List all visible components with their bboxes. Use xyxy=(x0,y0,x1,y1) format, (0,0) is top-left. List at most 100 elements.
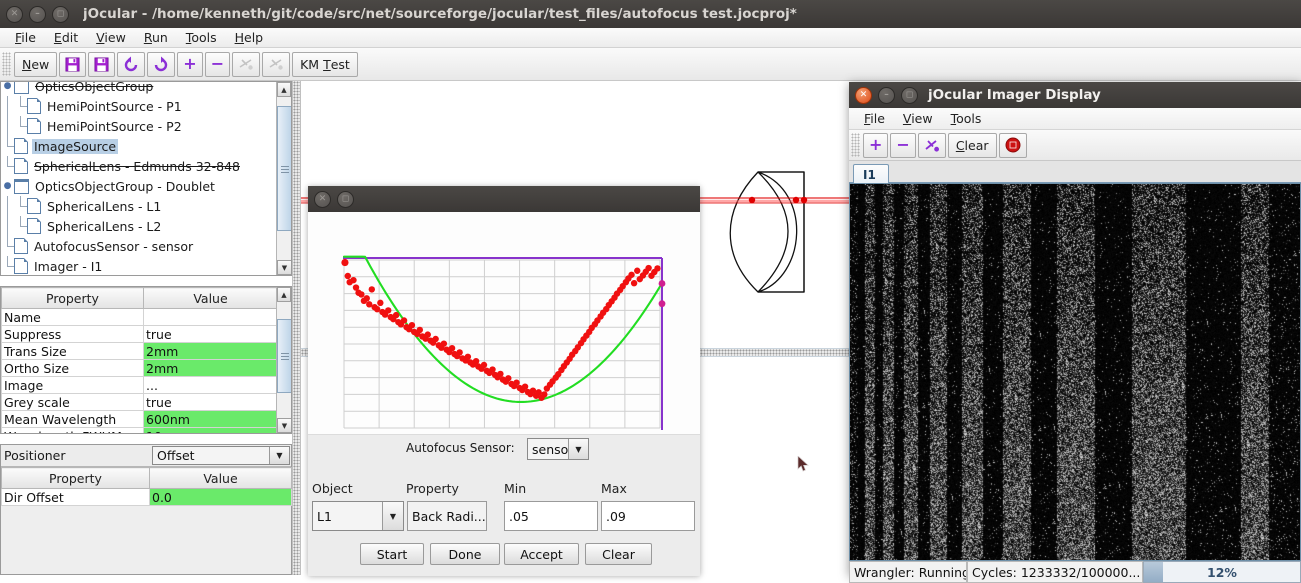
table-row[interactable]: Suppresstrue xyxy=(2,326,278,343)
menu-edit[interactable]: Edit xyxy=(45,29,87,46)
positioner-panel[interactable]: Positioner Offset ▼ Property Value Dir O… xyxy=(0,444,292,575)
tree-item-3[interactable]: ImageSource xyxy=(1,136,277,156)
table-row[interactable]: Image... xyxy=(2,377,278,394)
close-icon[interactable]: ✕ xyxy=(855,87,872,104)
chevron-down-icon[interactable]: ▼ xyxy=(269,447,289,464)
tab-i1[interactable]: I1 xyxy=(853,164,889,184)
undo-button[interactable] xyxy=(117,52,145,77)
positioner-row-item[interactable]: Dir Offset0.0 xyxy=(2,489,292,506)
positioner-value-cell[interactable]: 0.0 xyxy=(150,489,292,506)
imager-zoom-out-button[interactable]: − xyxy=(890,133,915,158)
tree-item-label: OpticsObjectGroup xyxy=(33,81,155,94)
zoom-out-button[interactable]: − xyxy=(205,52,230,77)
menu-view[interactable]: View xyxy=(87,29,135,46)
maximize-icon[interactable]: ◻ xyxy=(337,191,354,208)
minimize-icon[interactable]: – xyxy=(29,6,46,23)
new-button[interactable]: New xyxy=(14,52,57,77)
chevron-down-icon[interactable]: ▼ xyxy=(568,439,588,459)
tree-item-4[interactable]: SphericalLens - Edmunds 32-848 xyxy=(1,156,277,176)
property-combo[interactable]: Back Radi... xyxy=(407,501,487,531)
property-value-cell[interactable]: 10nm xyxy=(144,428,278,435)
vertical-splitter[interactable] xyxy=(292,81,301,575)
object-tree-panel[interactable]: ● OpticsObjectGroup HemiPointSource - P1He… xyxy=(0,81,292,276)
table-row[interactable]: Wavelength FWHM10nm xyxy=(2,428,278,435)
tree-item-5[interactable]: ●OpticsObjectGroup - Doublet xyxy=(1,176,277,196)
imager-display-window[interactable]: ✕ – ◻ jOcular Imager Display File View T… xyxy=(849,82,1301,575)
autofocus-dialog[interactable]: ✕ ◻ Autofocus Sensor: sensor ▼ Object Pr… xyxy=(308,186,700,575)
imager-menu-tools[interactable]: Tools xyxy=(942,110,991,127)
tree-item-8[interactable]: AutofocusSensor - sensor xyxy=(1,236,277,256)
table-row[interactable]: Grey scaletrue xyxy=(2,394,278,411)
table-row[interactable]: Name xyxy=(2,309,278,326)
save-button[interactable] xyxy=(59,52,86,77)
redo-button[interactable] xyxy=(147,52,175,77)
close-icon[interactable]: ✕ xyxy=(6,6,23,23)
max-input[interactable]: .09 xyxy=(601,501,695,531)
table-row[interactable]: Ortho Size2mm xyxy=(2,360,278,377)
tree-item-9[interactable]: Imager - I1 xyxy=(1,256,277,276)
tree-item-7[interactable]: SphericalLens - L2 xyxy=(1,216,277,236)
imager-menu-view[interactable]: View xyxy=(894,110,942,127)
save-as-button[interactable] xyxy=(88,52,115,77)
autofocus-sensor-combo[interactable]: sensor ▼ xyxy=(527,438,589,460)
autofocus-chart[interactable] xyxy=(308,212,700,434)
table-row[interactable]: Trans Size2mm xyxy=(2,343,278,360)
min-input[interactable]: .05 xyxy=(504,501,598,531)
property-value-cell[interactable]: 600nm xyxy=(144,411,278,428)
table-row[interactable]: Mean Wavelength600nm xyxy=(2,411,278,428)
done-button[interactable]: Done xyxy=(430,543,500,565)
tree-scroll-up-button[interactable]: ▲ xyxy=(277,82,291,97)
imager-clear-button[interactable]: Clear xyxy=(948,133,997,158)
positioner-table: Property Value Dir Offset0.0 xyxy=(1,467,292,506)
maximize-icon[interactable]: ◻ xyxy=(901,87,918,104)
data-point xyxy=(449,345,455,351)
property-value-cell[interactable] xyxy=(144,309,278,326)
km-test-button[interactable]: KM Test xyxy=(292,52,358,77)
menu-tools[interactable]: Tools xyxy=(177,29,226,46)
zoom-in-button[interactable]: + xyxy=(177,52,202,77)
property-scroll-down-button[interactable]: ▼ xyxy=(277,418,292,433)
imager-canvas[interactable] xyxy=(849,183,1301,561)
tree-scrollbar[interactable]: ▲ ▼ xyxy=(276,82,291,275)
toolbar-grip[interactable] xyxy=(2,52,11,76)
tree-expander[interactable]: ● xyxy=(1,81,14,91)
tree-scroll-down-button[interactable]: ▼ xyxy=(277,260,292,275)
imager-toolbar-grip[interactable] xyxy=(851,133,860,157)
property-value-cell[interactable]: 2mm xyxy=(144,360,278,377)
tree-expander[interactable]: ● xyxy=(1,181,14,191)
menu-file[interactable]: File xyxy=(6,29,45,46)
object-combo[interactable]: L1 ▼ xyxy=(312,501,404,531)
property-column-header[interactable]: Property xyxy=(2,288,144,309)
close-icon[interactable]: ✕ xyxy=(314,191,331,208)
tree-item-6[interactable]: SphericalLens - L1 xyxy=(1,196,277,216)
menu-help[interactable]: Help xyxy=(226,29,273,46)
property-value-cell[interactable]: ... xyxy=(144,377,278,394)
maximize-icon[interactable]: ◻ xyxy=(52,6,69,23)
property-table-panel[interactable]: Property Value NameSuppresstrueTrans Siz… xyxy=(0,286,292,434)
imager-menu-file[interactable]: File xyxy=(855,110,894,127)
pen-tool-button[interactable] xyxy=(918,133,946,158)
tree-scroll-thumb[interactable] xyxy=(277,106,292,231)
positioner-value-column-header[interactable]: Value xyxy=(150,468,292,489)
start-button[interactable]: Start xyxy=(360,543,424,565)
chevron-down-icon[interactable]: ▼ xyxy=(382,502,403,530)
imager-zoom-in-button[interactable]: + xyxy=(863,133,888,158)
accept-button[interactable]: Accept xyxy=(504,543,579,565)
positioner-combo[interactable]: Offset ▼ xyxy=(152,446,290,465)
value-column-header[interactable]: Value xyxy=(144,288,278,309)
property-scrollbar[interactable]: ▲ ▼ xyxy=(276,287,291,433)
property-value-cell[interactable]: true xyxy=(144,326,278,343)
menu-run[interactable]: Run xyxy=(135,29,177,46)
property-value-cell[interactable]: true xyxy=(144,394,278,411)
property-scroll-thumb[interactable] xyxy=(277,319,292,393)
tree-item-2[interactable]: HemiPointSource - P2 xyxy=(1,116,277,136)
clear-button[interactable]: Clear xyxy=(585,543,652,565)
positioner-property-column-header[interactable]: Property xyxy=(2,468,150,489)
property-scroll-up-button[interactable]: ▲ xyxy=(277,287,291,302)
imager-stop-button[interactable] xyxy=(999,133,1027,158)
object-tree[interactable]: ● OpticsObjectGroup HemiPointSource - P1He… xyxy=(1,81,277,269)
property-value-cell[interactable]: 2mm xyxy=(144,343,278,360)
tree-item-0[interactable]: ● OpticsObjectGroup xyxy=(1,81,277,96)
tree-item-1[interactable]: HemiPointSource - P1 xyxy=(1,96,277,116)
minimize-icon[interactable]: – xyxy=(878,87,895,104)
